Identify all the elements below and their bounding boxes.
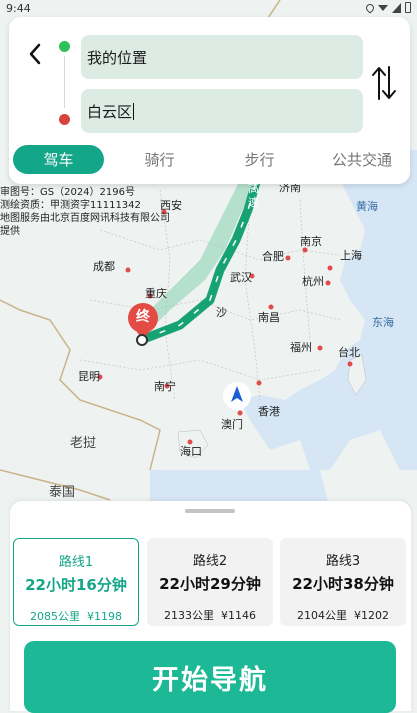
city-changsha: 沙 <box>216 306 227 319</box>
city-shanghai: 上海 <box>340 249 362 262</box>
route-info: 2104公里 ¥1202 <box>280 607 406 623</box>
city-chengdu: 成都 <box>93 260 115 273</box>
route-connector-line <box>64 56 65 108</box>
city-haikou: 海口 <box>180 445 202 458</box>
copyright-line: 地图服务由北京百度网讯科技有限公司 <box>0 213 170 224</box>
highway-label: 高速 <box>248 182 259 209</box>
origin-input[interactable]: 我的位置 <box>81 35 363 79</box>
city-chongqing: 重庆 <box>145 287 167 300</box>
route-duration: 22小时16分钟 <box>25 576 127 594</box>
wifi-icon <box>378 4 388 11</box>
origin-value: 我的位置 <box>87 48 148 67</box>
route-info: 2133公里 ¥1146 <box>147 607 273 623</box>
sea-donghai: 东海 <box>372 316 394 329</box>
destination-value: 白云区 <box>87 102 133 121</box>
route-info: 2085公里 ¥1198 <box>14 608 138 624</box>
city-xian: 西安 <box>160 199 182 212</box>
end-marker-label: 终 <box>136 309 150 325</box>
route-option-2[interactable]: 路线2 22小时29分钟 2133公里 ¥1146 <box>147 538 273 626</box>
route-options-panel: 路线1 22小时16分钟 2085公里 ¥1198 路线2 22小时29分钟 2… <box>10 501 411 713</box>
city-nanjing: 南京 <box>300 235 322 248</box>
route-duration: 22小时29分钟 <box>159 575 261 593</box>
text-cursor <box>133 102 135 120</box>
copyright-line: 测绘资质：甲测资字11111342 <box>0 200 141 211</box>
country-thailand: 泰国 <box>49 485 76 500</box>
route-option-1[interactable]: 路线1 22小时16分钟 2085公里 ¥1198 <box>13 538 139 626</box>
signal-icon <box>392 2 401 13</box>
copyright-line: 审图号：GS（2024）2196号 <box>0 187 135 198</box>
tab-cycling[interactable]: 骑行 <box>114 145 205 174</box>
travel-mode-tabs: 驾车 骑行 步行 公共交通 <box>9 143 410 177</box>
start-point-dot <box>59 41 70 52</box>
route-cost: ¥1146 <box>221 609 256 622</box>
city-fuzhou: 福州 <box>290 341 312 354</box>
end-point-dot <box>59 114 70 125</box>
route-search-card: 我的位置 白云区 驾车 骑行 步行 公共交通 <box>9 17 410 184</box>
route-distance: 2085公里 <box>30 610 80 623</box>
status-icons <box>364 1 411 14</box>
city-hefei: 合肥 <box>262 250 284 263</box>
tab-public-transit[interactable]: 公共交通 <box>314 145 410 174</box>
city-taibei: 台北 <box>338 346 360 359</box>
swap-arrows-icon <box>372 66 396 100</box>
tab-walking[interactable]: 步行 <box>214 145 305 174</box>
route-distance: 2104公里 <box>297 609 347 622</box>
route-name: 路线1 <box>58 555 94 570</box>
back-button[interactable] <box>23 41 47 67</box>
start-navigation-button[interactable]: 开始导航 <box>24 641 396 713</box>
copyright-line: 提供 <box>0 226 20 237</box>
status-time: 9:44 <box>6 2 31 15</box>
city-xianggang: 香港 <box>258 405 280 418</box>
chevron-left-icon <box>29 43 41 65</box>
battery-icon <box>405 2 411 13</box>
destination-input[interactable]: 白云区 <box>81 89 363 133</box>
city-wuhan: 武汉 <box>230 271 252 284</box>
status-bar: 9:44 <box>0 0 417 18</box>
swap-button[interactable] <box>369 63 399 103</box>
city-kunming: 昆明 <box>78 370 100 383</box>
route-option-3[interactable]: 路线3 22小时38分钟 2104公里 ¥1202 <box>280 538 406 626</box>
sea-huanghai: 黄海 <box>356 200 378 213</box>
route-cost: ¥1202 <box>354 609 389 622</box>
city-aomen: 澳门 <box>221 418 243 431</box>
route-name: 路线3 <box>325 554 361 569</box>
drag-handle[interactable] <box>185 509 235 513</box>
map-copyright: 审图号：GS（2024）2196号 测绘资质：甲测资字11111342 地图服务… <box>0 186 170 238</box>
route-cost: ¥1198 <box>87 610 122 623</box>
city-nanchang: 南昌 <box>258 311 280 324</box>
tab-driving[interactable]: 驾车 <box>13 145 104 174</box>
route-duration: 22小时38分钟 <box>292 575 394 593</box>
route-name: 路线2 <box>192 554 228 569</box>
country-laos: 老挝 <box>70 436 97 451</box>
city-hangzhou: 杭州 <box>302 275 324 288</box>
location-icon <box>364 1 376 14</box>
city-nanning: 南宁 <box>154 380 176 393</box>
route-distance: 2133公里 <box>164 609 214 622</box>
